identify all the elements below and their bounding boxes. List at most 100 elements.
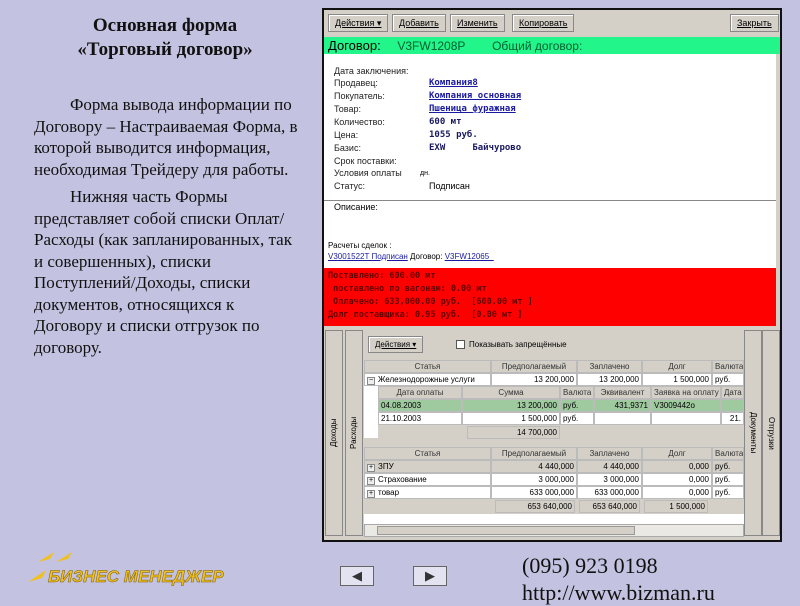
checkbox-icon[interactable] [456, 340, 465, 350]
title-line: Основная форма [92, 15, 238, 36]
cell: 3 000,000 [577, 473, 642, 486]
cell[interactable]: 21.10.2003 [378, 412, 462, 425]
expand-icon[interactable]: + [367, 477, 375, 485]
cell: ЗПУ [378, 462, 394, 471]
column-header[interactable]: Статья [364, 360, 491, 373]
field-label: Товар: [334, 104, 361, 114]
cell [721, 399, 744, 412]
expenses-grid: Действия ▾ Показывать запрещённые Статья… [364, 328, 744, 540]
seller-link[interactable]: Компания8 [429, 78, 478, 88]
cell: 1 500,000 [642, 373, 712, 386]
column-header[interactable]: Долг [642, 447, 712, 460]
cell: 13 200,000 [462, 399, 560, 412]
show-forbidden-checkbox[interactable]: Показывать запрещённые [456, 340, 567, 350]
cell: руб. [712, 373, 744, 386]
title-line: «Торговый договор» [77, 39, 253, 60]
contract-link[interactable]: V3FW12065_ [445, 252, 494, 261]
column-header[interactable]: Валюта [560, 386, 594, 399]
table-row-railway[interactable]: − Железнодорожные услуги [364, 373, 491, 386]
cell: руб. [560, 399, 594, 412]
column-header[interactable]: Дата оплаты [378, 386, 462, 399]
column-header[interactable]: Сумма [462, 386, 560, 399]
cell: 431,9371 [594, 399, 651, 412]
contract-form-window: Действия ▾ Добавить Изменить Копировать … [322, 8, 782, 542]
summary-line: Поставлено: 600.00 мт [328, 271, 436, 281]
contract-number: V3FW1208P [397, 39, 466, 53]
cell: руб. [560, 412, 594, 425]
cell: 21. [721, 412, 744, 425]
column-header[interactable]: Заявка на оплату [651, 386, 721, 399]
total: 653 640,000 [579, 500, 640, 513]
tab-expenses[interactable]: Расходы [345, 330, 363, 536]
field-label: Статус: [334, 181, 365, 191]
field-label: Продавец: [334, 78, 378, 88]
horizontal-scrollbar[interactable] [364, 524, 744, 537]
website-url[interactable]: http://www.bizman.ru [522, 580, 715, 606]
column-header[interactable]: Валюта [712, 360, 744, 373]
summary-panel: Поставлено: 600.00 мт поставлено по ваго… [324, 268, 776, 326]
cell: 13 200,000 [577, 373, 642, 386]
add-button[interactable]: Добавить [392, 14, 446, 32]
column-header[interactable]: Предполагаемый [491, 360, 577, 373]
field-label: Количество: [334, 117, 385, 127]
buyer-link[interactable]: Компания_основная [429, 91, 521, 101]
product-link[interactable]: Пшеница фуражная [429, 104, 516, 114]
contract-label: Договор: [410, 252, 443, 261]
svg-text:БИЗНЕС МЕНЕДЖЕР: БИЗНЕС МЕНЕДЖЕР [48, 567, 224, 586]
cell: Железнодорожные услуги [378, 375, 475, 384]
contract-header: Договор: V3FW1208P Общий договор: [324, 37, 780, 54]
table-row[interactable]: + Страхование [364, 473, 491, 486]
column-header[interactable]: Эквивалент [594, 386, 651, 399]
paragraph: Нижняя часть Формы представляет собой сп… [34, 187, 292, 357]
prev-slide-button[interactable]: ◀ [340, 566, 374, 586]
column-header[interactable]: Валюта [712, 447, 744, 460]
checkbox-label: Показывать запрещённые [469, 340, 567, 349]
cell: 13 200,000 [491, 373, 577, 386]
table-row[interactable]: + ЗПУ [364, 460, 491, 473]
total: 653 640,000 [495, 500, 575, 513]
subtotal: 14 700,000 [467, 426, 560, 439]
scrollbar-thumb[interactable] [377, 526, 635, 535]
actions-button[interactable]: Действия ▾ [328, 14, 389, 32]
cell: 4 440,000 [491, 460, 577, 473]
copy-button[interactable]: Копировать [512, 14, 575, 32]
expand-icon[interactable]: + [367, 490, 375, 498]
summary-line: поставлено по вагонам: 0.00 мт [328, 284, 487, 294]
column-header[interactable]: Долг [642, 360, 712, 373]
basis-value: EXW Байчурово [429, 143, 522, 153]
price-value: 1055 руб. [429, 130, 478, 140]
cell: руб. [712, 460, 744, 473]
field-label: Дата заключения: [334, 66, 409, 76]
expand-icon[interactable]: + [367, 464, 375, 472]
close-button[interactable]: Закрыть [730, 14, 779, 32]
column-header[interactable]: Заплачено [577, 447, 642, 460]
contract-info: Дата заключения: Продавец: Компания8 Поку… [324, 54, 776, 204]
summary-line: Долг поставщика: 0.95 руб. [0.00 мт ] [328, 310, 523, 320]
field-label: Цена: [334, 130, 359, 140]
cell: 633 000,000 [491, 486, 577, 499]
paragraph: Форма вывода информации по Договору – На… [34, 95, 298, 179]
cell [594, 412, 651, 425]
grid-actions-button[interactable]: Действия ▾ [368, 336, 424, 353]
cell: 0,000 [642, 473, 712, 486]
cell: Страхование [378, 475, 427, 484]
payment-terms-value: дн. [420, 170, 430, 177]
next-slide-button[interactable]: ▶ [413, 566, 447, 586]
cell[interactable]: 04.08.2003 [378, 399, 462, 412]
cell: руб. [712, 473, 744, 486]
settlement-link[interactable]: V3001522T Подписан [328, 252, 408, 261]
column-header[interactable]: Предполагаемый [491, 447, 577, 460]
table-row[interactable]: + товар [364, 486, 491, 499]
edit-button[interactable]: Изменить [450, 14, 505, 32]
column-header[interactable]: Заплачено [577, 360, 642, 373]
field-label: Срок поставки: [334, 156, 397, 166]
tab-income[interactable]: Доходы [325, 330, 343, 536]
tab-documents[interactable]: Документы [744, 330, 762, 536]
column-header[interactable]: Статья [364, 447, 491, 460]
tab-shipments[interactable]: Отгрузки [762, 330, 780, 536]
column-header[interactable]: Дата [721, 386, 744, 399]
bottom-panel: Доходы Расходы Документы Отгрузки Действ… [324, 328, 780, 540]
bizman-logo: БИЗНЕС МЕНЕДЖЕР [28, 552, 225, 586]
collapse-icon[interactable]: − [367, 377, 375, 385]
description-label: Описание: [334, 202, 378, 212]
